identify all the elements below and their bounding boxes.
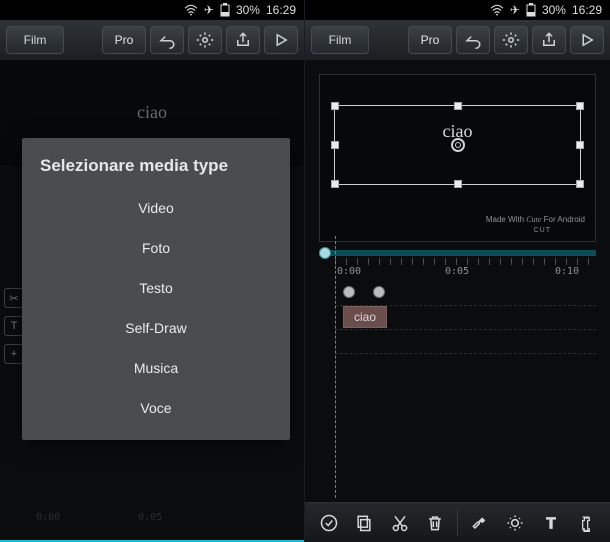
preview-text: ciao bbox=[137, 102, 167, 123]
track-row[interactable] bbox=[335, 282, 596, 306]
dialog-item-voce[interactable]: Voce bbox=[22, 388, 290, 428]
scrub-handle-icon[interactable] bbox=[319, 247, 331, 259]
settings-button[interactable] bbox=[494, 26, 528, 54]
film-button[interactable]: Film bbox=[6, 26, 64, 54]
resize-handle-icon[interactable] bbox=[454, 180, 462, 188]
copy-button[interactable] bbox=[350, 509, 378, 537]
battery-percent: 30% bbox=[542, 3, 566, 17]
watermark-brand: CUT bbox=[534, 227, 551, 234]
resize-handle-icon[interactable] bbox=[576, 141, 584, 149]
pro-button[interactable]: Pro bbox=[408, 26, 452, 54]
play-button[interactable] bbox=[264, 26, 298, 54]
resize-handle-icon[interactable] bbox=[576, 180, 584, 188]
watermark: Made With Cute For Android CUT bbox=[486, 215, 585, 235]
battery-percent: 30% bbox=[236, 3, 260, 17]
confirm-button[interactable] bbox=[315, 509, 343, 537]
text-style-button[interactable] bbox=[537, 509, 565, 537]
undo-button[interactable] bbox=[456, 26, 490, 54]
cut-button[interactable] bbox=[386, 509, 414, 537]
preview-stage[interactable]: ciao Made With Cute For Android CUT bbox=[319, 74, 596, 242]
track-row[interactable] bbox=[335, 330, 596, 354]
clock: 16:29 bbox=[572, 3, 602, 17]
playhead-line[interactable] bbox=[335, 236, 336, 498]
settings-button[interactable] bbox=[188, 26, 222, 54]
ruler-label: 0:10 bbox=[555, 266, 579, 277]
film-button[interactable]: Film bbox=[311, 26, 369, 54]
text-edit-button[interactable] bbox=[572, 509, 600, 537]
airplane-icon: ✈ bbox=[510, 3, 520, 17]
wifi-icon bbox=[490, 4, 504, 16]
timeline-clip[interactable]: ciao bbox=[343, 306, 387, 328]
battery-icon bbox=[526, 3, 536, 17]
ruler-label: 0:00 bbox=[337, 266, 361, 277]
ruler-left: 0:00 0:05 bbox=[0, 506, 304, 528]
watermark-text: Made With bbox=[486, 215, 524, 224]
play-button[interactable] bbox=[570, 26, 604, 54]
right-screenshot: ✈ 30% 16:29 Film Pro ciao bbox=[305, 0, 610, 542]
timeline-tracks[interactable]: ciao bbox=[335, 282, 596, 362]
ruler-label: 0:05 bbox=[138, 512, 162, 523]
media-type-dialog: Selezionare media type Video Foto Testo … bbox=[22, 138, 290, 440]
keyframe-icon[interactable] bbox=[343, 286, 355, 298]
ruler-label: 0:05 bbox=[445, 266, 469, 277]
resize-handle-icon[interactable] bbox=[454, 102, 462, 110]
share-button[interactable] bbox=[226, 26, 260, 54]
clock: 16:29 bbox=[266, 3, 296, 17]
pro-button[interactable]: Pro bbox=[102, 26, 146, 54]
resize-handle-icon[interactable] bbox=[331, 102, 339, 110]
delete-button[interactable] bbox=[421, 509, 449, 537]
bottom-tooltray bbox=[305, 502, 610, 542]
wifi-icon bbox=[184, 4, 198, 16]
undo-button[interactable] bbox=[150, 26, 184, 54]
tool-scissors-icon[interactable]: ✂ bbox=[4, 288, 24, 308]
status-bar: ✈ 30% 16:29 bbox=[0, 0, 304, 20]
dialog-item-selfdraw[interactable]: Self-Draw bbox=[22, 308, 290, 348]
toolbar-divider bbox=[457, 510, 458, 536]
resize-handle-icon[interactable] bbox=[576, 102, 584, 110]
ruler-right: 0:00 0:05 0:10 bbox=[335, 258, 596, 280]
battery-icon bbox=[220, 3, 230, 17]
tool-text-icon[interactable]: T bbox=[4, 316, 24, 336]
center-target-icon[interactable] bbox=[451, 138, 465, 152]
top-toolbar-right: Film Pro bbox=[305, 20, 610, 60]
tool-add-icon[interactable]: + bbox=[4, 344, 24, 364]
dialog-item-musica[interactable]: Musica bbox=[22, 348, 290, 388]
wrench-button[interactable] bbox=[466, 509, 494, 537]
brightness-button[interactable] bbox=[501, 509, 529, 537]
top-toolbar-left: Film Pro bbox=[0, 20, 304, 60]
airplane-icon: ✈ bbox=[204, 3, 214, 17]
ruler-label: 0:00 bbox=[36, 512, 60, 523]
resize-handle-icon[interactable] bbox=[331, 141, 339, 149]
resize-handle-icon[interactable] bbox=[331, 180, 339, 188]
dialog-item-foto[interactable]: Foto bbox=[22, 228, 290, 268]
watermark-text: For Android bbox=[544, 215, 585, 224]
left-screenshot: ✈ 30% 16:29 Film Pro ciao ✂ T + Selezio bbox=[0, 0, 305, 542]
dialog-title: Selezionare media type bbox=[22, 138, 290, 188]
dialog-item-testo[interactable]: Testo bbox=[22, 268, 290, 308]
share-button[interactable] bbox=[532, 26, 566, 54]
timeline-scrub[interactable] bbox=[319, 250, 596, 256]
selection-box[interactable] bbox=[334, 105, 581, 185]
keyframe-icon[interactable] bbox=[373, 286, 385, 298]
watermark-brand: Cute bbox=[526, 215, 541, 224]
dialog-item-video[interactable]: Video bbox=[22, 188, 290, 228]
status-bar: ✈ 30% 16:29 bbox=[305, 0, 610, 20]
